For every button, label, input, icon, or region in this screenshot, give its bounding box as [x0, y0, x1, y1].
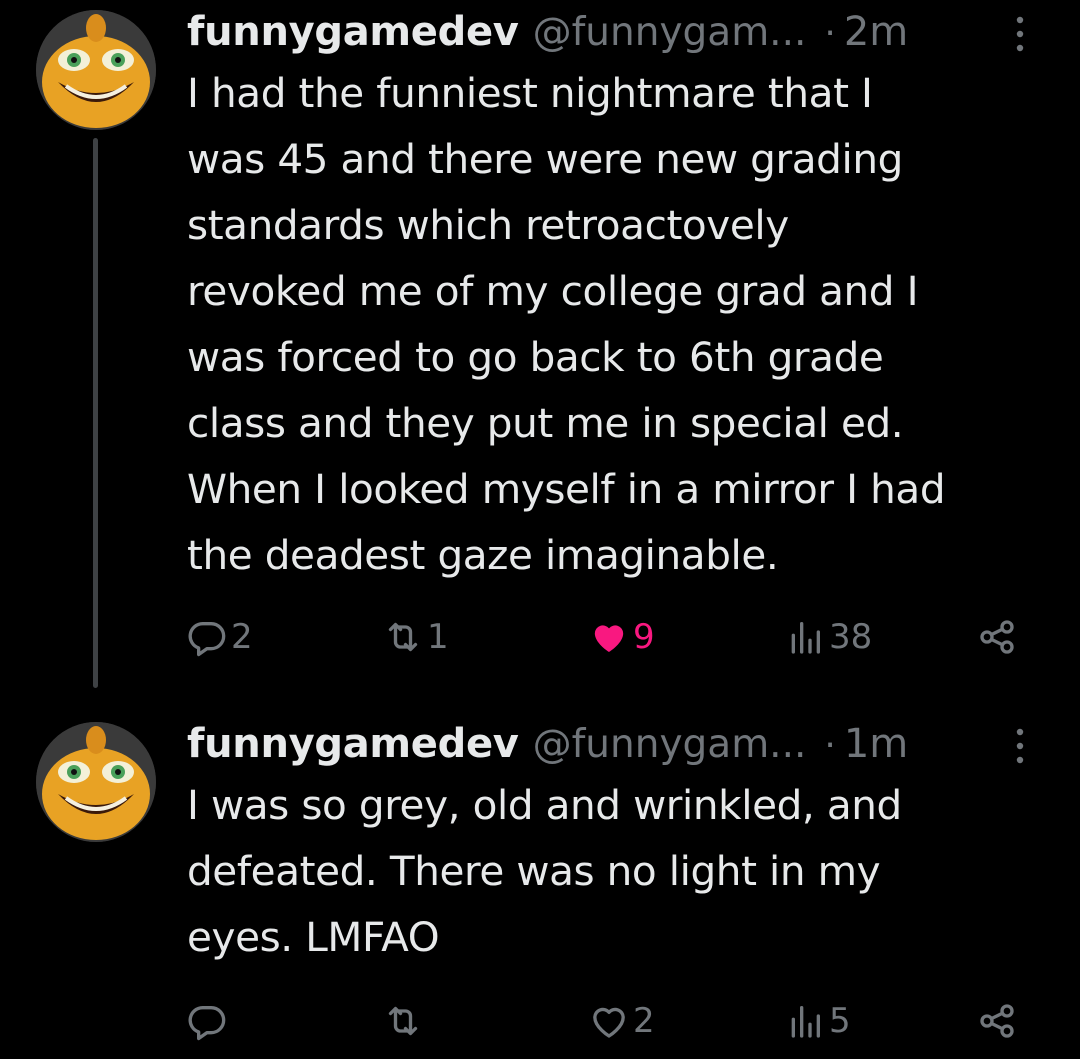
user-handle[interactable]: @funnygam...: [533, 3, 807, 63]
avatar-face-icon: [36, 722, 156, 842]
tweet-header: funnygamedev @funnygam... · 1m: [187, 714, 908, 774]
reply-button[interactable]: [187, 996, 231, 1046]
retweet-count: 1: [427, 617, 449, 657]
user-handle[interactable]: @funnygam...: [533, 715, 807, 775]
share-button[interactable]: [977, 612, 1017, 662]
retweet-icon: [388, 1006, 418, 1036]
tweet-header: funnygamedev @funnygam... · 2m: [187, 2, 908, 62]
separator-dot: ·: [824, 13, 836, 54]
separator-dot: ·: [824, 725, 836, 766]
reply-icon: [188, 621, 226, 657]
view-count: 38: [829, 617, 873, 657]
like-button[interactable]: 2: [589, 996, 655, 1046]
like-count: 2: [633, 1001, 655, 1041]
more-options-icon[interactable]: [1012, 14, 1028, 54]
tweet-text: I had the funniest nightmare that I was …: [187, 69, 946, 579]
avatar[interactable]: [36, 722, 156, 842]
share-icon: [980, 620, 1014, 654]
avatar-face-icon: [36, 10, 156, 130]
tweet-actions: 2 5: [187, 996, 1037, 1046]
share-icon: [980, 1004, 1014, 1038]
tweet-text: I was so grey, old and wrinkled, and def…: [187, 781, 902, 961]
reply-button[interactable]: 2: [187, 612, 253, 662]
display-name[interactable]: funnygamedev: [187, 714, 519, 774]
timestamp[interactable]: 1m: [844, 714, 908, 774]
views-button[interactable]: 5: [785, 996, 851, 1046]
views-button[interactable]: 38: [785, 612, 872, 662]
timestamp[interactable]: 2m: [844, 2, 908, 62]
reply-icon: [188, 1005, 226, 1041]
thread-line: [93, 138, 98, 688]
display-name[interactable]: funnygamedev: [187, 2, 519, 62]
view-count: 5: [829, 1001, 851, 1041]
like-count: 9: [633, 617, 655, 657]
heart-filled-icon: [594, 625, 624, 652]
heart-icon: [593, 1007, 625, 1038]
reply-count: 2: [231, 617, 253, 657]
retweet-button[interactable]: 1: [383, 612, 449, 662]
tweet-actions: 2 1 9 38: [187, 612, 1037, 662]
share-button[interactable]: [977, 996, 1017, 1046]
views-icon: [791, 622, 820, 654]
views-icon: [791, 1006, 820, 1038]
tweet[interactable]: funnygamedev @funnygam... · 2m I had the…: [0, 0, 1080, 700]
retweet-button[interactable]: [383, 996, 427, 1046]
more-options-icon[interactable]: [1012, 726, 1028, 766]
retweet-icon: [388, 622, 418, 652]
like-button[interactable]: 9: [589, 612, 655, 662]
tweet[interactable]: funnygamedev @funnygam... · 1m I was so …: [0, 700, 1080, 1059]
avatar[interactable]: [36, 10, 156, 130]
